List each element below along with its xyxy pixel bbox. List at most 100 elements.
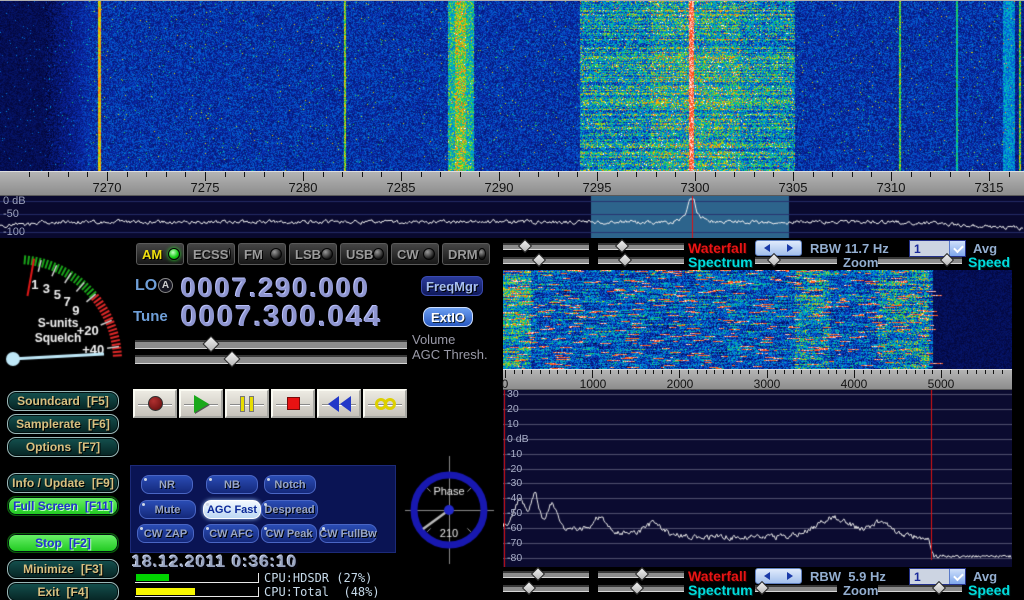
scale-label: 1000 [580, 377, 607, 391]
dsp-button-cw-afc[interactable]: CW AFC [203, 524, 259, 543]
slider-thumb[interactable] [518, 239, 532, 253]
lo-frequency-value[interactable]: 0007.290.000 [181, 273, 370, 304]
slider-thumb[interactable] [755, 581, 769, 595]
slider-track[interactable] [503, 585, 589, 592]
mode-button-cw[interactable]: CW [390, 242, 440, 266]
left-button-stop[interactable]: Stop[F2] [7, 533, 119, 553]
audio-frequency-scale[interactable]: 010002000300040005000 [503, 369, 1012, 390]
left-button-exit[interactable]: Exit[F4] [7, 582, 119, 600]
audio-db-label: -80 [507, 552, 522, 564]
left-button-samplerate[interactable]: Samplerate[F6] [7, 414, 119, 434]
scale-tick [706, 370, 707, 374]
agc-threshold-label: AGC Thresh. [412, 347, 488, 362]
arrow-left-icon[interactable] [764, 572, 770, 580]
slider-track[interactable] [598, 243, 684, 250]
left-button-minimize[interactable]: Minimize[F3] [7, 559, 119, 579]
freqmgr-button[interactable]: FreqMgr [421, 276, 483, 296]
audio-waterfall-display[interactable] [503, 270, 1012, 369]
transport-play-button[interactable] [179, 389, 223, 418]
dsp-button-notch[interactable]: Notch [264, 475, 316, 494]
slider-track[interactable] [878, 585, 962, 592]
left-button-soundcard[interactable]: Soundcard[F5] [7, 391, 119, 411]
dsp-button-cw-peak[interactable]: CW Peak [261, 524, 317, 543]
waterfall-upper-level-slider[interactable] [503, 240, 589, 253]
mode-button-am[interactable]: AM [135, 242, 185, 266]
mode-button-lsb[interactable]: LSB [288, 242, 338, 266]
scale-label: 3000 [754, 377, 781, 391]
slider-thumb[interactable] [630, 581, 644, 595]
slider-thumb[interactable] [615, 239, 629, 253]
speed2-slider[interactable] [878, 582, 962, 595]
rf-frequency-scale[interactable]: 7270727572807285729072957300730573107315 [0, 171, 1024, 196]
slider-thumb[interactable] [767, 253, 781, 267]
dsp-button-cw-fullbw[interactable]: CW FullBw [319, 524, 377, 543]
mode-button-label: DRM [448, 247, 478, 262]
mode-button-drm[interactable]: DRM [441, 242, 491, 266]
tune-frequency-value[interactable]: 0007.300.044 [181, 301, 382, 334]
mode-button-fm[interactable]: FM [237, 242, 287, 266]
s-meter[interactable] [2, 243, 128, 377]
left-button-info-update[interactable]: Info / Update[F9] [7, 473, 119, 493]
slider-thumb[interactable] [203, 336, 220, 353]
lo-lock-badge[interactable]: A [158, 278, 173, 293]
spectrum2-lower-level-slider[interactable] [598, 582, 684, 595]
transport-rewind-button[interactable] [317, 389, 361, 418]
transport-record-button[interactable] [133, 389, 177, 418]
datetime-display: 18.12.2011 0:36:10 [132, 552, 297, 572]
scale-tick [225, 172, 226, 177]
slider-thumb[interactable] [531, 567, 545, 581]
slider-thumb[interactable] [932, 581, 946, 595]
mode-button-usb[interactable]: USB [339, 242, 389, 266]
zoom-slider[interactable] [755, 254, 837, 267]
dsp-button-cw-zap[interactable]: CW ZAP [137, 524, 194, 543]
slider-thumb[interactable] [224, 351, 241, 368]
waterfall-lower-level-slider[interactable] [598, 240, 684, 253]
dsp-button-agc-fast[interactable]: AGC Fast [203, 500, 261, 519]
scale-tick [381, 172, 382, 177]
slider-track[interactable] [135, 355, 407, 364]
overview-spectrum[interactable] [0, 196, 1024, 238]
dsp-button-despread[interactable]: Despread [261, 500, 318, 519]
slider-track[interactable] [598, 257, 684, 264]
slider-track[interactable] [503, 571, 589, 578]
slider-track[interactable] [135, 340, 407, 349]
waterfall2-lower-level-slider[interactable] [598, 568, 684, 581]
slider-thumb[interactable] [940, 253, 954, 267]
agc-threshold-slider[interactable] [135, 352, 407, 368]
transport-pause-button[interactable] [225, 389, 269, 418]
spectrum2-upper-level-slider[interactable] [503, 582, 589, 595]
zoom2-label: Zoom [843, 583, 878, 598]
mode-button-label: CW [397, 247, 419, 262]
volume-slider[interactable] [135, 337, 407, 353]
cpu-bar-track [135, 573, 259, 583]
arrow-right-icon[interactable] [787, 244, 793, 252]
zoom2-slider[interactable] [755, 582, 837, 595]
dsp-button-mute[interactable]: Mute [139, 500, 196, 519]
slider-thumb[interactable] [635, 567, 649, 581]
spectrum-upper-level-slider[interactable] [503, 254, 589, 267]
transport-stop-button[interactable] [271, 389, 315, 418]
dsp-button-nb[interactable]: NB [206, 475, 258, 494]
left-button-options[interactable]: Options[F7] [7, 437, 119, 457]
slider-thumb[interactable] [532, 253, 546, 267]
waterfall2-upper-level-slider[interactable] [503, 568, 589, 581]
dsp-button-nr[interactable]: NR [141, 475, 193, 494]
scale-tick [558, 172, 559, 177]
arrow-right-icon[interactable] [787, 572, 793, 580]
scale-tick [801, 370, 802, 374]
speed-slider[interactable] [878, 254, 962, 267]
slider-thumb[interactable] [522, 581, 536, 595]
left-button-full-screen[interactable]: Full Screen[F11] [7, 496, 119, 516]
slider-track[interactable] [503, 243, 589, 250]
spectrum-lower-level-slider[interactable] [598, 254, 684, 267]
scale-tick [749, 370, 750, 374]
main-waterfall-display[interactable] [0, 1, 1024, 171]
arrow-left-icon[interactable] [764, 244, 770, 252]
scale-tick [185, 172, 186, 177]
slider-track[interactable] [503, 257, 589, 264]
mode-button-ecss[interactable]: ECSS [186, 242, 236, 266]
audio-spectrum-display[interactable] [503, 390, 1012, 567]
slider-thumb[interactable] [618, 253, 632, 267]
extio-button[interactable]: ExtIO [423, 307, 473, 327]
transport-loop-button[interactable] [363, 389, 407, 418]
